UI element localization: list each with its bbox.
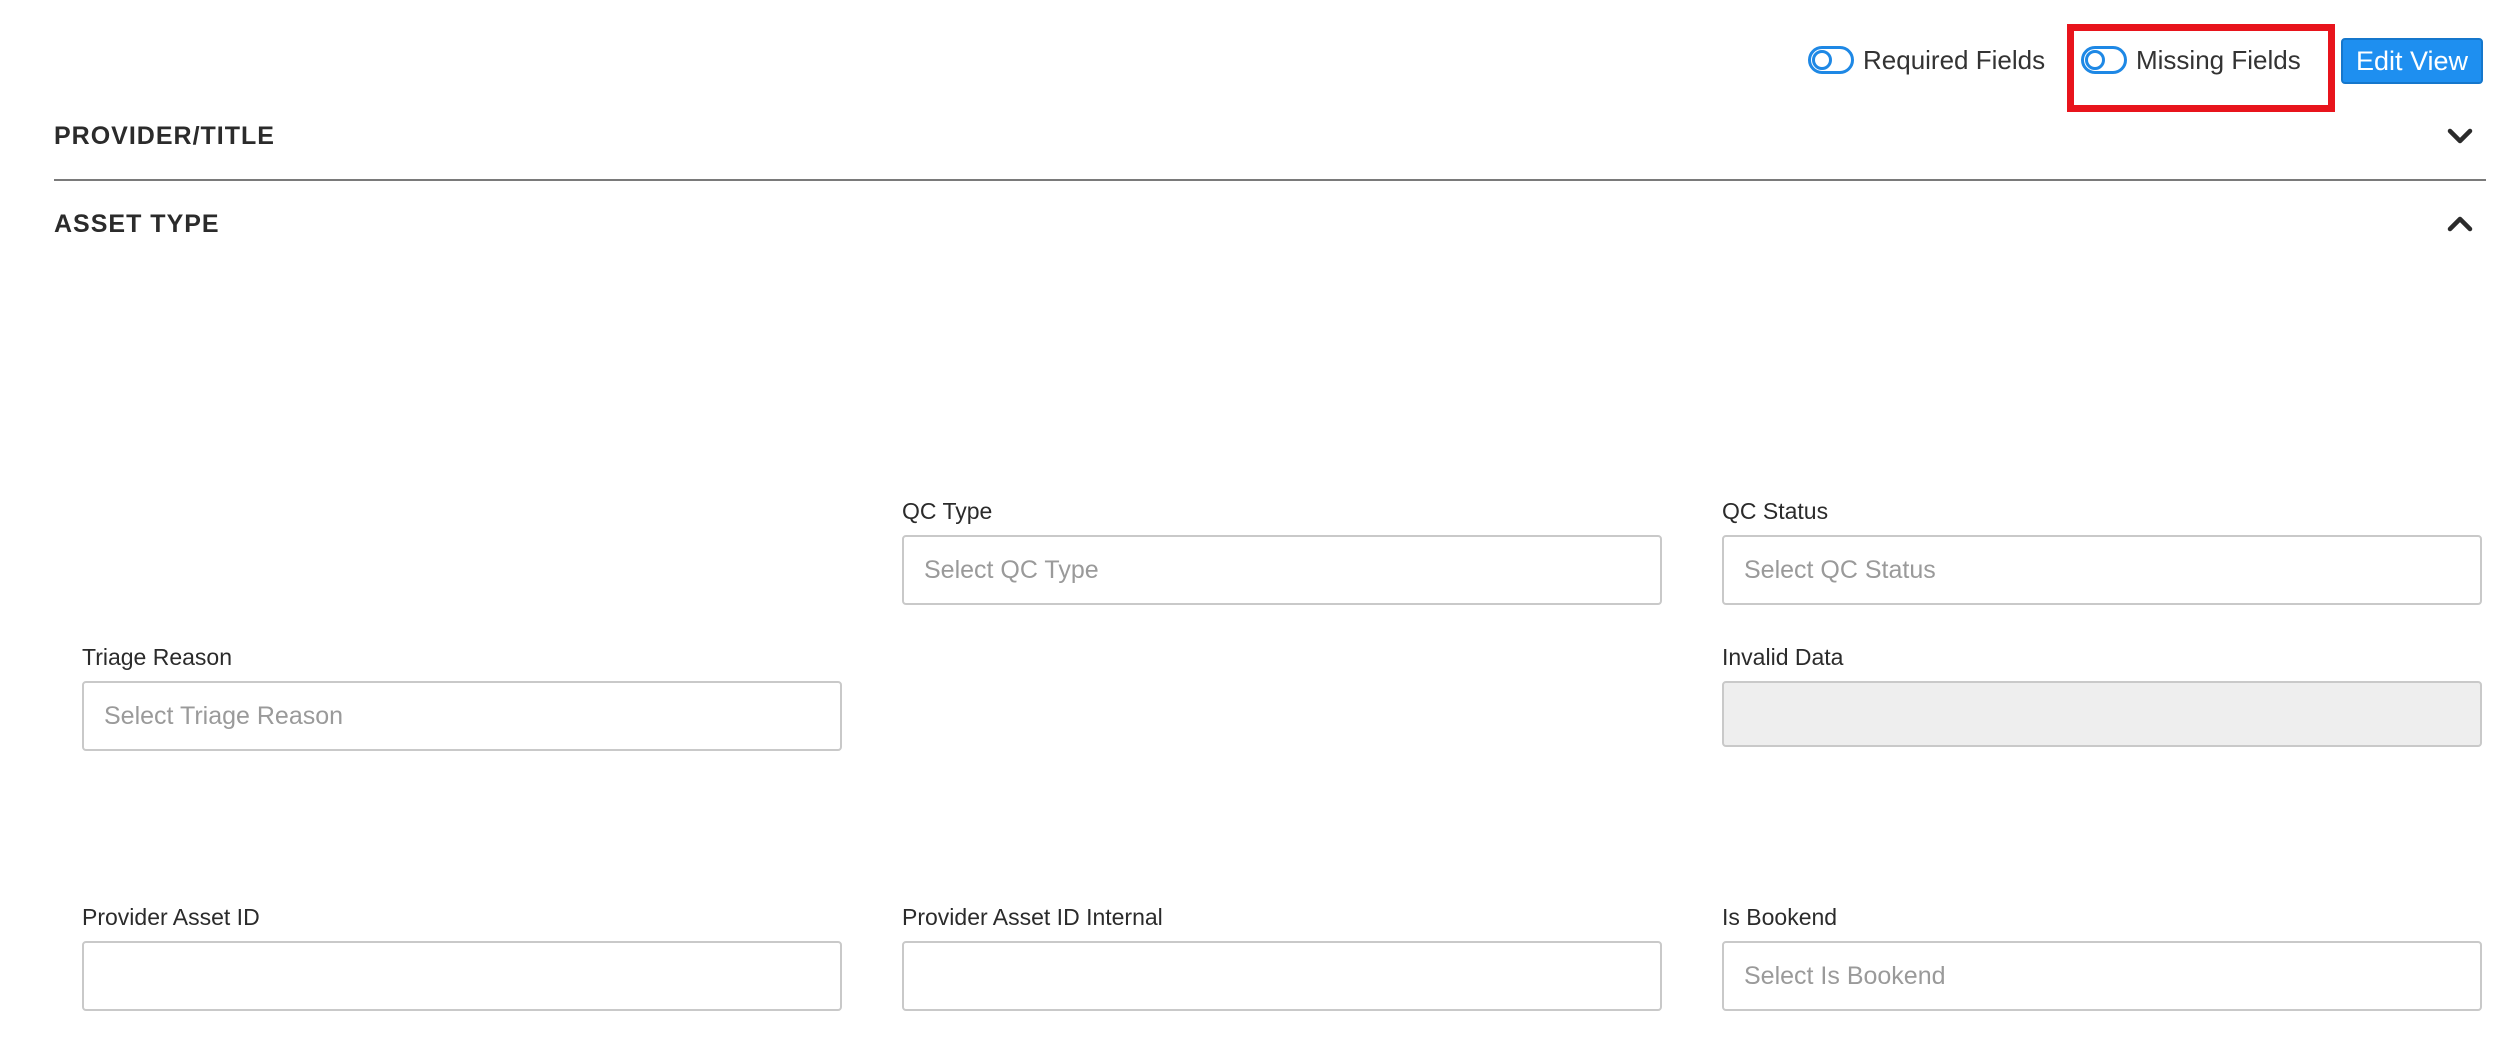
is-bookend-select[interactable] bbox=[1722, 941, 2482, 1011]
section-asset-type-header[interactable]: ASSET TYPE bbox=[54, 194, 2486, 254]
qc-status-select[interactable] bbox=[1722, 535, 2482, 605]
triage-reason-select[interactable] bbox=[82, 681, 842, 751]
field-label: Invalid Data bbox=[1722, 644, 1844, 670]
field-label: QC Type bbox=[902, 498, 993, 524]
section-title: PROVIDER/TITLE bbox=[54, 121, 275, 150]
is-bookend-field: Is Bookend bbox=[1722, 902, 2482, 1011]
field-label: Triage Reason bbox=[82, 644, 233, 670]
section-divider bbox=[54, 179, 2486, 181]
qc-type-field: QC Type bbox=[902, 496, 1662, 605]
field-label: Is Bookend bbox=[1722, 904, 1838, 930]
toggle-knob bbox=[2085, 50, 2105, 70]
qc-type-select[interactable] bbox=[902, 535, 1662, 605]
field-label: Provider Asset ID bbox=[82, 904, 260, 930]
required-fields-toggle-group[interactable]: Required Fields bbox=[1808, 38, 2045, 82]
provider-asset-id-internal-input[interactable] bbox=[902, 941, 1662, 1011]
chevron-up-icon[interactable] bbox=[2438, 202, 2482, 246]
field-label: Provider Asset ID Internal bbox=[902, 904, 1163, 930]
triage-reason-field: Triage Reason bbox=[82, 642, 842, 751]
required-fields-toggle[interactable] bbox=[1808, 46, 1854, 74]
missing-fields-toggle-group[interactable]: Missing Fields bbox=[2081, 38, 2301, 82]
invalid-data-field: Invalid Data bbox=[1722, 642, 2482, 747]
provider-asset-id-input[interactable] bbox=[82, 941, 842, 1011]
missing-fields-label: Missing Fields bbox=[2136, 44, 2301, 75]
missing-fields-toggle[interactable] bbox=[2081, 46, 2127, 74]
section-title: ASSET TYPE bbox=[54, 209, 220, 238]
invalid-data-input bbox=[1722, 681, 2482, 747]
chevron-down-icon[interactable] bbox=[2438, 114, 2482, 158]
provider-asset-id-field: Provider Asset ID bbox=[82, 902, 842, 1011]
field-label: QC Status bbox=[1722, 498, 1829, 524]
required-fields-label: Required Fields bbox=[1863, 44, 2046, 75]
qc-status-field: QC Status bbox=[1722, 496, 2482, 605]
provider-asset-id-internal-field: Provider Asset ID Internal bbox=[902, 902, 1662, 1011]
toggle-knob bbox=[1812, 50, 1832, 70]
edit-view-button[interactable]: Edit View bbox=[2341, 38, 2483, 84]
section-provider-title-header[interactable]: PROVIDER/TITLE bbox=[54, 106, 2486, 166]
